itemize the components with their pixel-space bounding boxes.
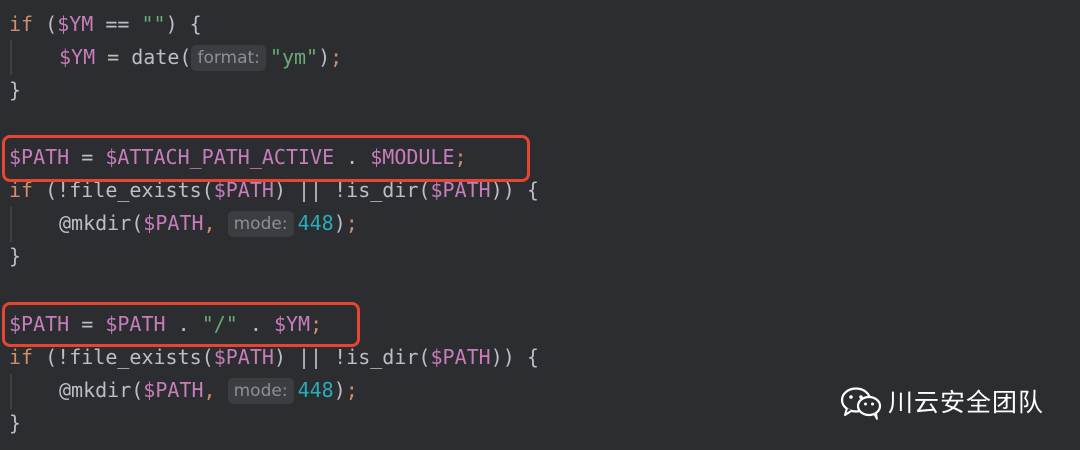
string-literal: "ym" <box>269 45 319 69</box>
code-line-12: @mkdir($PATH, mode: 448); <box>9 374 358 407</box>
operator: = <box>95 45 132 69</box>
function-call: @mkdir( <box>59 378 144 402</box>
semicolon: ; <box>345 211 358 235</box>
code-line-2: $YM = date(format: "ym"); <box>9 41 342 74</box>
closing-brace: } <box>9 411 22 435</box>
punctuation: ) <box>318 45 331 69</box>
variable: $PATH <box>430 345 491 369</box>
variable: $PATH <box>143 211 204 235</box>
number-literal: 448 <box>297 378 334 402</box>
function-call: ) || !is_dir( <box>273 345 431 369</box>
semicolon: ; <box>345 378 358 402</box>
punctuation: )) { <box>490 345 539 369</box>
code-line-13: } <box>9 407 21 440</box>
code-line-8: } <box>9 240 21 273</box>
highlight-box <box>2 135 530 182</box>
closing-brace: } <box>9 244 22 268</box>
variable: $YM <box>59 45 96 69</box>
punctuation: ( <box>33 12 58 36</box>
function-call: (!file_exists( <box>33 345 214 369</box>
code-editor[interactable]: if ($YM == "") { $YM = date(format: "ym")… <box>0 0 1080 450</box>
keyword-if: if <box>9 345 34 369</box>
keyword-if: if <box>9 12 34 36</box>
function-call: date( <box>131 45 192 69</box>
punctuation: ) { <box>165 12 202 36</box>
code-line-1: if ($YM == "") { <box>9 8 202 41</box>
code-line-7: @mkdir($PATH, mode: 448); <box>9 207 358 240</box>
code-line-3: } <box>9 74 21 107</box>
parameter-hint: mode: <box>227 378 294 404</box>
comma: , <box>203 378 216 402</box>
punctuation: ) <box>333 378 346 402</box>
wechat-icon <box>840 387 882 420</box>
variable: $YM <box>57 12 94 36</box>
string-literal: "" <box>141 12 166 36</box>
number-literal: 448 <box>297 211 334 235</box>
parameter-hint: format: <box>191 45 266 71</box>
watermark: 川云安全团队 <box>840 383 1044 423</box>
closing-brace: } <box>9 78 22 102</box>
semicolon: ; <box>330 45 343 69</box>
comma: , <box>203 211 216 235</box>
parameter-hint: mode: <box>227 211 294 237</box>
highlight-box <box>2 302 360 347</box>
variable: $PATH <box>143 378 204 402</box>
function-call: @mkdir( <box>59 211 144 235</box>
punctuation: ) <box>333 211 346 235</box>
watermark-text: 川云安全团队 <box>888 388 1045 417</box>
variable: $PATH <box>213 345 274 369</box>
operator: == <box>93 12 142 36</box>
